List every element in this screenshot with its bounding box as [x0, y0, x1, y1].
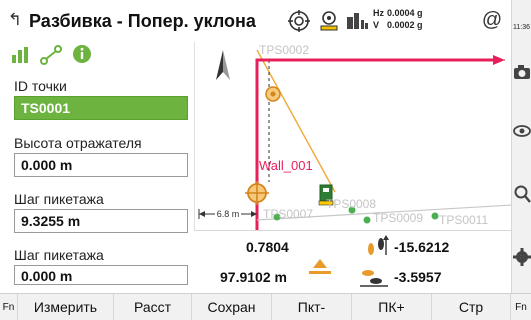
point-id-label: ID точки [14, 78, 67, 94]
save-button[interactable]: Сохран [192, 294, 272, 320]
eye-icon[interactable] [513, 120, 531, 142]
angle-readout: Hz 0.0004 g V 0.0002 g [373, 8, 423, 30]
right-toolbar [511, 0, 531, 320]
scale-bar-label: 6.8 m [217, 209, 240, 219]
map-label-tps0009: TPS0009 [373, 211, 423, 225]
info-icon[interactable] [72, 44, 92, 64]
map-canvas: TPS0002 Wall_001 TPS0007 TPS0008 TPS0009… [198, 43, 511, 230]
chainage-step-field-2[interactable]: 0.000 m [14, 265, 188, 285]
fn-key-right[interactable]: Fn [511, 294, 531, 320]
chainage-step-label-2: Шаг пикетажа [14, 247, 104, 263]
next-chainage-button[interactable]: ПК+ [352, 294, 432, 320]
signal-strength-icon [347, 13, 368, 29]
map-label-wall: Wall_001 [259, 158, 313, 173]
offset-value: 0.7804 [246, 239, 289, 255]
target-point-icon[interactable] [265, 86, 281, 102]
distance-value: 97.9102 m [220, 269, 287, 285]
connection-at-icon[interactable]: @ [480, 8, 504, 32]
softkey-bar: Fn Измерить Расст Сохран Пкт- ПК+ Стр Fn [0, 293, 531, 320]
footsteps-side-icon [360, 270, 388, 287]
target-icon[interactable] [287, 9, 311, 33]
page-button[interactable]: Стр [432, 294, 511, 320]
cut-fill-icon [309, 259, 331, 274]
point-id-field[interactable]: TS0001 [14, 96, 188, 120]
camera-icon[interactable] [513, 62, 531, 84]
chainage-step-label: Шаг пикетажа [14, 191, 104, 207]
left-panel: ID точки TS0001 Высота отражателя 0.000 … [0, 42, 194, 292]
map-label-tps0008: TPS0008 [326, 197, 376, 211]
footsteps-forward-icon [368, 235, 389, 255]
side-offset-value: -3.5957 [394, 269, 442, 285]
chart-icon[interactable] [10, 45, 30, 65]
title-bar: ↰ Разбивка - Попер. уклона Hz 0.0004 g V0… [0, 0, 531, 42]
map-label-tps0011: TPS0011 [439, 213, 488, 227]
map-label-tps0007: TPS0007 [263, 207, 313, 221]
survey-point[interactable] [363, 216, 371, 224]
chainage-step-field[interactable]: 9.3255 m [14, 209, 188, 233]
page-title: Разбивка - Попер. уклона [29, 11, 256, 31]
survey-point[interactable] [431, 212, 439, 220]
map-label-tps0002: TPS0002 [259, 43, 309, 57]
forward-offset-value: -15.6212 [394, 239, 450, 255]
back-arrow-icon[interactable]: ↰ [4, 8, 26, 32]
current-position-icon[interactable] [245, 181, 269, 205]
map-view[interactable]: TPS0002 Wall_001 TPS0007 TPS0008 TPS0009… [194, 42, 511, 230]
scale-bar: 6.8 m [198, 208, 257, 219]
stakeout-readout: 0.7804 97.9102 m -15.6212 -3.5957 [194, 230, 511, 292]
reflector-height-field[interactable]: 0.000 m [14, 153, 188, 177]
fn-key-left[interactable]: Fn [0, 294, 18, 320]
clock: 11:36 [513, 24, 530, 31]
prev-point-button[interactable]: Пкт- [272, 294, 352, 320]
search-icon[interactable] [513, 183, 531, 205]
reflector-height-label: Высота отражателя [14, 135, 142, 151]
north-arrow-icon[interactable] [216, 50, 230, 80]
points-link-icon[interactable] [40, 45, 62, 65]
settings-icon[interactable] [513, 246, 531, 268]
level-bubble-icon[interactable] [317, 9, 341, 33]
distance-button[interactable]: Расст [114, 294, 192, 320]
measure-button[interactable]: Измерить [18, 294, 114, 320]
guidance-arrow-icon [493, 55, 505, 65]
